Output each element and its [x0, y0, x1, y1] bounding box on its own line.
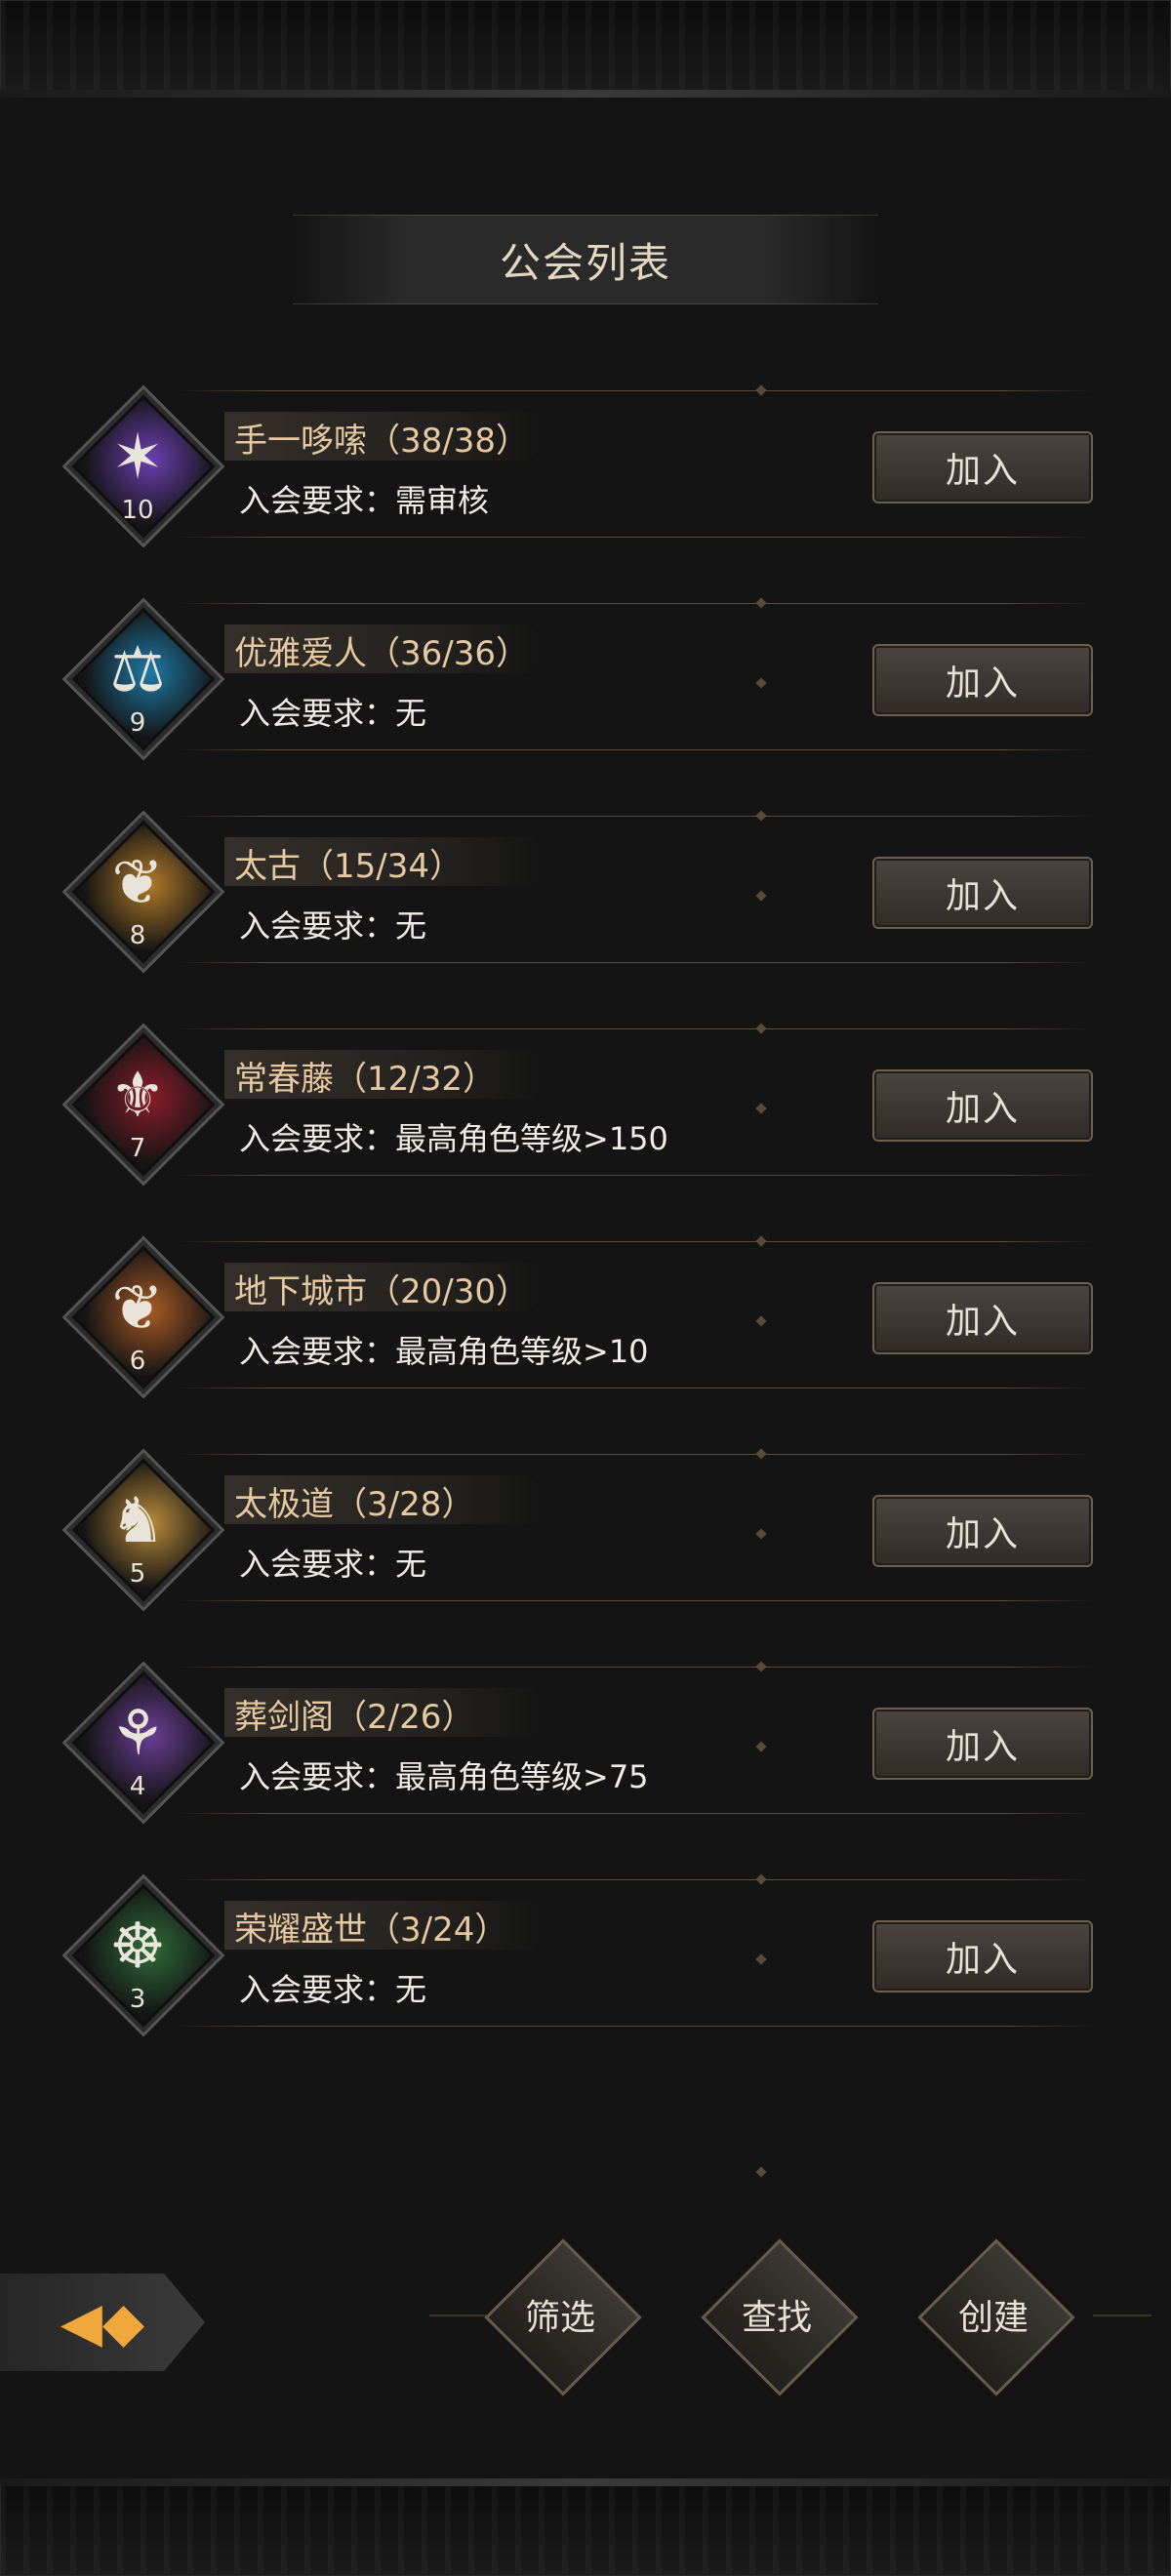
filter-button[interactable]: 筛选 — [482, 2236, 642, 2396]
guild-name: 手一哆嗦（38/38） — [234, 422, 529, 461]
filter-button-label: 筛选 — [524, 2298, 595, 2338]
join-button[interactable]: 加入 — [872, 1495, 1093, 1567]
guild-name: 太古（15/34） — [234, 847, 463, 886]
guild-level: 9 — [129, 708, 146, 738]
guild-requirement: 入会要求：最高角色等级>75 — [239, 1758, 649, 1795]
ornament-line — [1093, 2314, 1151, 2316]
guild-row[interactable]: ⚘ 4 葬剑阁（2/26） 入会要求：最高角色等级>75 加入 — [0, 1661, 1171, 1965]
guild-level: 5 — [129, 1559, 146, 1589]
row-divider — [176, 749, 1093, 902]
row-divider — [176, 810, 1093, 822]
guild-row[interactable]: ❦ 6 地下城市（20/30） 入会要求：最高角色等级>10 加入 — [0, 1235, 1171, 1540]
guild-level: 6 — [129, 1347, 146, 1376]
row-divider — [176, 1873, 1093, 1885]
guild-level: 8 — [129, 921, 146, 950]
page-title: 公会列表 — [499, 238, 671, 287]
guild-requirement: 入会要求：无 — [239, 695, 427, 732]
guild-level: 7 — [129, 1134, 146, 1163]
top-frame — [0, 0, 1171, 98]
search-button-label: 查找 — [741, 2298, 812, 2338]
row-divider — [176, 1023, 1093, 1034]
row-divider — [176, 1600, 1093, 1752]
ornament-line — [429, 2314, 488, 2316]
guild-name: 葬剑阁（2/26） — [234, 1698, 475, 1737]
row-divider — [176, 537, 1093, 689]
row-divider — [176, 2026, 1093, 2178]
join-button[interactable]: 加入 — [872, 431, 1093, 503]
row-divider — [176, 1235, 1093, 1247]
guild-requirement: 入会要求：无 — [239, 1546, 427, 1583]
guild-name: 荣耀盛世（3/24） — [234, 1911, 508, 1950]
guild-row[interactable]: ✶ 10 手一哆嗦（38/38） 入会要求：需审核 加入 — [0, 384, 1171, 689]
row-divider — [176, 597, 1093, 609]
join-button[interactable]: 加入 — [872, 1069, 1093, 1142]
join-button[interactable]: 加入 — [872, 857, 1093, 929]
join-button[interactable]: 加入 — [872, 644, 1093, 716]
bottom-action-bar: ◀◆ 筛选 查找 创建 — [0, 2234, 1171, 2430]
guild-requirement: 入会要求：最高角色等级>150 — [239, 1120, 668, 1157]
row-divider — [176, 1448, 1093, 1460]
bottom-frame — [0, 2478, 1171, 2576]
guild-row[interactable]: ⚖ 9 优雅爱人（36/36） 入会要求：无 加入 — [0, 597, 1171, 902]
back-arrow-icon: ◀◆ — [60, 2290, 145, 2355]
guild-requirement: 入会要求：需审核 — [239, 482, 490, 519]
guild-row[interactable]: ⚜ 7 常春藤（12/32） 入会要求：最高角色等级>150 加入 — [0, 1023, 1171, 1327]
guild-requirement: 入会要求：无 — [239, 1971, 427, 2008]
guild-row[interactable]: ♞ 5 太极道（3/28） 入会要求：无 加入 — [0, 1448, 1171, 1752]
guild-row[interactable]: ☸ 3 荣耀盛世（3/24） 入会要求：无 加入 — [0, 1873, 1171, 2178]
guild-name: 优雅爱人（36/36） — [234, 634, 529, 673]
guild-row[interactable]: ❦ 8 太古（15/34） 入会要求：无 加入 — [0, 810, 1171, 1114]
join-button[interactable]: 加入 — [872, 1282, 1093, 1354]
guild-level: 10 — [121, 496, 154, 525]
row-divider — [176, 1661, 1093, 1672]
guild-level: 4 — [129, 1772, 146, 1801]
search-button[interactable]: 查找 — [699, 2236, 859, 2396]
join-button[interactable]: 加入 — [872, 1920, 1093, 1992]
guild-name: 地下城市（20/30） — [234, 1272, 529, 1311]
guild-name: 太极道（3/28） — [234, 1485, 475, 1524]
guild-requirement: 入会要求：最高角色等级>10 — [239, 1333, 649, 1370]
row-divider — [176, 1388, 1093, 1540]
create-button-label: 创建 — [957, 2298, 1029, 2338]
back-button[interactable]: ◀◆ — [0, 2274, 205, 2371]
guild-name: 常春藤（12/32） — [234, 1060, 496, 1099]
create-button[interactable]: 创建 — [915, 2236, 1075, 2396]
title-banner: 公会列表 — [293, 215, 878, 304]
guild-requirement: 入会要求：无 — [239, 907, 427, 945]
row-divider — [176, 1813, 1093, 1965]
join-button[interactable]: 加入 — [872, 1708, 1093, 1780]
guild-level: 3 — [129, 1985, 146, 2014]
row-divider — [176, 1175, 1093, 1327]
row-divider — [176, 962, 1093, 1114]
row-divider — [176, 384, 1093, 396]
